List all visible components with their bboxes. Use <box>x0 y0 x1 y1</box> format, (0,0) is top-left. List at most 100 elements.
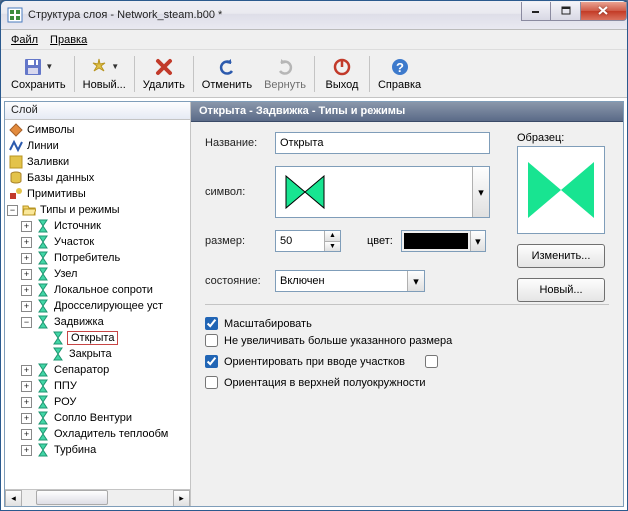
chk-orient[interactable] <box>205 355 218 368</box>
undo-button[interactable]: Отменить <box>196 52 258 96</box>
expand-icon[interactable]: + <box>21 445 32 456</box>
hourglass-icon <box>36 251 50 265</box>
minimize-button[interactable] <box>521 2 551 21</box>
hourglass-icon <box>36 299 50 313</box>
close-button[interactable] <box>581 2 627 21</box>
app-icon <box>7 7 23 23</box>
tree-valve-open[interactable]: Открыта <box>7 330 190 346</box>
tree-fills[interactable]: Заливки <box>7 154 190 170</box>
new-button[interactable]: ▼ Новый... <box>77 52 132 96</box>
client-area: Слой Символы Линии Заливки Базы данных П… <box>4 101 624 507</box>
scroll-right-button[interactable]: ▸ <box>173 490 190 507</box>
expand-icon[interactable]: + <box>21 413 32 424</box>
sidebar-header: Слой <box>5 102 190 120</box>
tree-valve[interactable]: −Задвижка <box>7 314 190 330</box>
exit-button[interactable]: Выход <box>317 52 367 96</box>
tree-primitives[interactable]: Примитивы <box>7 186 190 202</box>
symbol-picker[interactable]: ▾ <box>275 166 490 218</box>
collapse-icon[interactable]: − <box>7 205 18 216</box>
sidebar: Слой Символы Линии Заливки Базы данных П… <box>5 102 191 506</box>
help-icon: ? <box>390 57 410 77</box>
save-icon <box>23 57 43 77</box>
window-title: Структура слоя - Network_steam.b00 * <box>28 9 521 21</box>
tree-cooler[interactable]: +Охладитель теплообм <box>7 426 190 442</box>
hourglass-icon <box>36 219 50 233</box>
tree-consumer[interactable]: +Потребитель <box>7 250 190 266</box>
expand-icon[interactable]: + <box>21 381 32 392</box>
tree-symbols[interactable]: Символы <box>7 122 190 138</box>
undo-icon <box>217 57 237 77</box>
hourglass-icon <box>36 267 50 281</box>
scroll-left-button[interactable]: ◂ <box>5 490 22 507</box>
fills-icon <box>9 155 23 169</box>
tree-source[interactable]: +Источник <box>7 218 190 234</box>
spin-down[interactable]: ▼ <box>324 242 340 252</box>
expand-icon[interactable]: + <box>21 301 32 312</box>
size-input[interactable] <box>276 231 324 251</box>
chk-nobigger[interactable] <box>205 334 218 347</box>
dropdown-arrow-icon[interactable]: ▾ <box>407 271 424 291</box>
expand-icon[interactable]: + <box>21 365 32 376</box>
tree-rou[interactable]: +РОУ <box>7 394 190 410</box>
expand-icon[interactable]: + <box>21 397 32 408</box>
toolbar: ▼ Сохранить ▼ Новый... Удалить Отменить … <box>1 50 627 98</box>
tree-valve-closed[interactable]: Закрыта <box>7 346 190 362</box>
horizontal-scrollbar[interactable]: ◂ ▸ <box>5 489 190 506</box>
hourglass-icon <box>36 315 50 329</box>
label-symbol: символ: <box>205 186 275 198</box>
tree-lines[interactable]: Линии <box>7 138 190 154</box>
tree-turbine[interactable]: +Турбина <box>7 442 190 458</box>
tree-venturi[interactable]: +Сопло Вентури <box>7 410 190 426</box>
lines-icon <box>9 139 23 153</box>
chk-rotate90[interactable] <box>425 355 438 368</box>
state-value: Включен <box>280 275 325 287</box>
expand-icon[interactable]: + <box>21 429 32 440</box>
spin-up[interactable]: ▲ <box>324 231 340 242</box>
menu-edit[interactable]: Правка <box>44 32 93 48</box>
save-button[interactable]: ▼ Сохранить <box>5 52 72 96</box>
delete-button[interactable]: Удалить <box>137 52 191 96</box>
expand-icon[interactable]: + <box>21 253 32 264</box>
chk-upperhalf[interactable] <box>205 376 218 389</box>
change-button[interactable]: Изменить... <box>517 244 605 268</box>
hourglass-icon <box>36 363 50 377</box>
hourglass-icon <box>36 427 50 441</box>
label-state: состояние: <box>205 275 275 287</box>
help-button[interactable]: ? Справка <box>372 52 427 96</box>
name-input[interactable] <box>275 132 490 154</box>
expand-icon[interactable]: + <box>21 285 32 296</box>
state-combo[interactable]: Включен ▾ <box>275 270 425 292</box>
svg-text:?: ? <box>396 60 404 75</box>
color-picker[interactable]: ▾ <box>401 230 486 252</box>
new-button[interactable]: Новый... <box>517 278 605 302</box>
scroll-thumb[interactable] <box>36 490 108 505</box>
menu-file[interactable]: Файл <box>5 32 44 48</box>
collapse-icon[interactable]: − <box>21 317 32 328</box>
tree-localres[interactable]: +Локальное сопроти <box>7 282 190 298</box>
redo-icon <box>275 57 295 77</box>
expand-icon[interactable]: + <box>21 269 32 280</box>
tree-segment[interactable]: +Участок <box>7 234 190 250</box>
titlebar: Структура слоя - Network_steam.b00 * <box>1 1 627 30</box>
expand-icon[interactable]: + <box>21 221 32 232</box>
label-name: Название: <box>205 137 275 149</box>
expand-icon[interactable]: + <box>21 237 32 248</box>
tree-ppu[interactable]: +ППУ <box>7 378 190 394</box>
chk-scale[interactable] <box>205 317 218 330</box>
tree[interactable]: Символы Линии Заливки Базы данных Примит… <box>5 120 190 489</box>
hourglass-icon <box>36 443 50 457</box>
panel-header: Открыта - Задвижка - Типы и режимы <box>191 102 623 122</box>
maximize-button[interactable] <box>551 2 581 21</box>
redo-button[interactable]: Вернуть <box>258 52 312 96</box>
dropdown-arrow-icon[interactable]: ▾ <box>470 231 485 251</box>
tree-types[interactable]: −Типы и режимы <box>7 202 190 218</box>
dropdown-arrow-icon[interactable]: ▾ <box>472 167 489 217</box>
delete-icon <box>154 57 174 77</box>
tree-separator[interactable]: +Сепаратор <box>7 362 190 378</box>
tree-node[interactable]: +Узел <box>7 266 190 282</box>
tree-throttle[interactable]: +Дросселирующее уст <box>7 298 190 314</box>
sample-box <box>517 146 605 234</box>
size-spinner[interactable]: ▲▼ <box>275 230 341 252</box>
chk-nobigger-label: Не увеличивать больше указанного размера <box>224 335 452 347</box>
tree-databases[interactable]: Базы данных <box>7 170 190 186</box>
